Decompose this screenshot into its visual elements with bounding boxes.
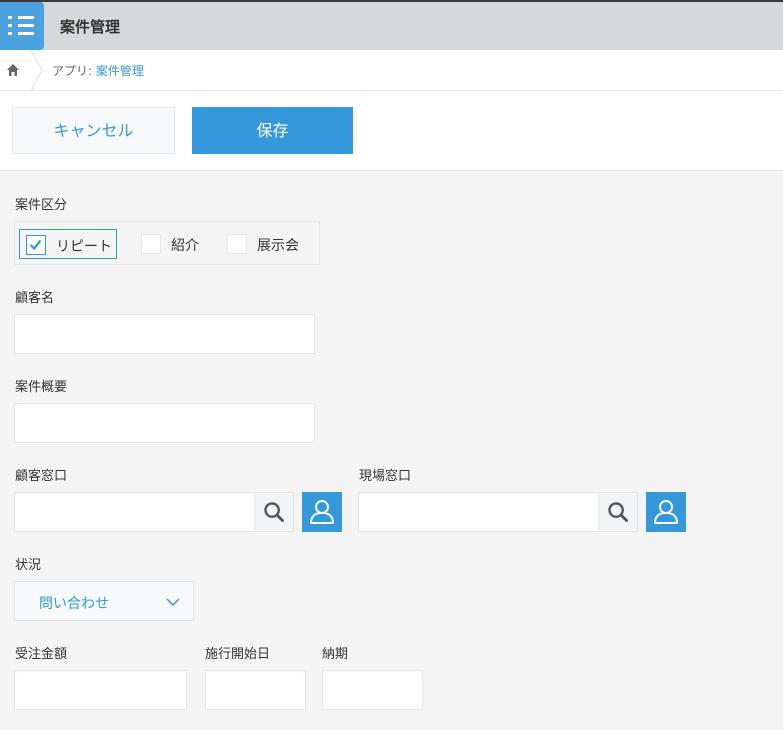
app-header: 案件管理 bbox=[0, 2, 783, 50]
customer-contact-input[interactable] bbox=[14, 492, 255, 532]
save-button[interactable]: 保存 bbox=[192, 107, 353, 154]
field-label-customer-contact: 顧客窓口 bbox=[15, 469, 68, 484]
field-label-customer-name: 顧客名 bbox=[15, 291, 55, 306]
breadcrumb-path: アプリ: 案件管理 bbox=[52, 62, 144, 79]
checkbox-label: 展示会 bbox=[257, 238, 299, 254]
edit-toolbar: キャンセル 保存 bbox=[0, 91, 783, 171]
checkbox-box bbox=[141, 234, 161, 254]
customer-contact-search-button[interactable] bbox=[254, 492, 294, 532]
checkbox-label: 紹介 bbox=[171, 238, 199, 254]
order-amount-input[interactable] bbox=[14, 670, 187, 710]
cancel-button[interactable]: キャンセル bbox=[12, 107, 175, 154]
customer-contact-user-button[interactable] bbox=[302, 492, 342, 532]
field-label-deadline: 納期 bbox=[322, 647, 349, 662]
field-label-start-date: 施行開始日 bbox=[205, 647, 271, 662]
site-contact-input[interactable] bbox=[358, 492, 599, 532]
checkbox-exhibition[interactable]: 展示会 bbox=[219, 229, 315, 259]
checkbox-label: リピート bbox=[56, 239, 112, 255]
summary-input[interactable] bbox=[14, 403, 315, 443]
search-icon bbox=[264, 502, 284, 522]
site-contact-user-button[interactable] bbox=[646, 492, 686, 532]
breadcrumb-app-link[interactable]: 案件管理 bbox=[96, 64, 144, 78]
checkbox-referral[interactable]: 紹介 bbox=[133, 229, 203, 259]
customer-name-input[interactable] bbox=[14, 314, 315, 354]
status-select[interactable]: 問い合わせ bbox=[14, 581, 194, 621]
site-contact-search-button[interactable] bbox=[598, 492, 638, 532]
status-selected-value: 問い合わせ bbox=[39, 596, 109, 612]
breadcrumb-prefix: アプリ: bbox=[52, 64, 96, 78]
field-label-category: 案件区分 bbox=[15, 198, 68, 213]
breadcrumb-separator-icon bbox=[30, 50, 43, 91]
breadcrumb: アプリ: 案件管理 bbox=[0, 50, 783, 91]
checkbox-box bbox=[227, 234, 247, 254]
checkbox-box bbox=[26, 235, 46, 255]
checkbox-repeat[interactable]: リピート bbox=[19, 229, 117, 259]
deadline-input[interactable] bbox=[322, 670, 423, 710]
start-date-input[interactable] bbox=[205, 670, 306, 710]
chevron-down-icon bbox=[166, 598, 180, 607]
field-label-order-amount: 受注金額 bbox=[15, 647, 68, 662]
user-icon bbox=[654, 500, 678, 524]
field-label-site-contact: 現場窓口 bbox=[359, 469, 412, 484]
search-icon bbox=[608, 502, 628, 522]
field-label-status: 状況 bbox=[15, 558, 42, 573]
user-icon bbox=[310, 500, 334, 524]
field-label-summary: 案件概要 bbox=[15, 380, 68, 395]
app-list-icon[interactable] bbox=[0, 2, 44, 50]
check-icon bbox=[29, 239, 42, 251]
app-title: 案件管理 bbox=[60, 18, 121, 36]
home-icon[interactable] bbox=[5, 62, 21, 78]
category-checkbox-group: リピート 紹介 展示会 bbox=[14, 221, 320, 265]
